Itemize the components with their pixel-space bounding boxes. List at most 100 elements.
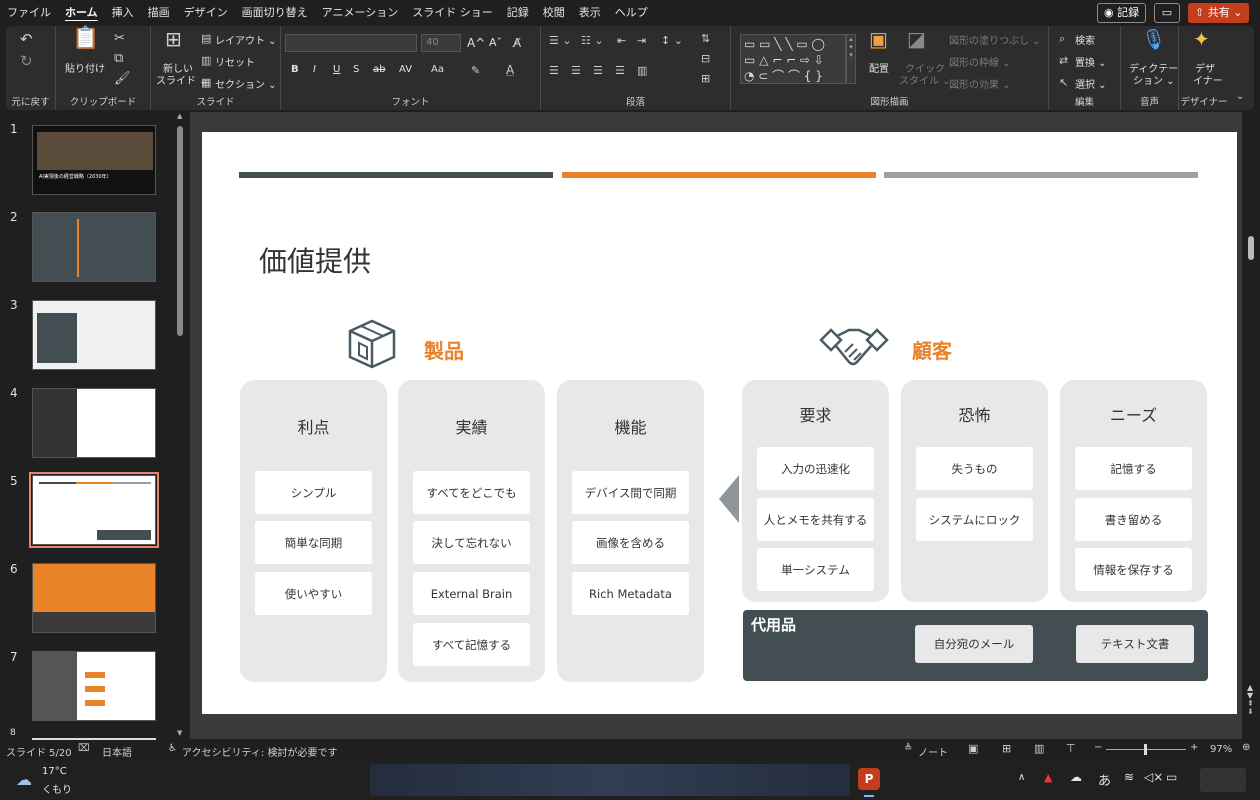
redo-icon[interactable]: ↻: [20, 54, 33, 69]
card[interactable]: 自分宛のメール: [915, 625, 1033, 663]
shapes-gallery-scroll[interactable]: ▴ ▾ ▾: [846, 34, 856, 84]
strike-button[interactable]: ab: [373, 64, 385, 75]
reset-button[interactable]: リセット: [215, 54, 255, 69]
slide-sorter-icon[interactable]: ⊞: [1002, 742, 1011, 755]
align-text-icon[interactable]: ⊟: [701, 52, 710, 66]
customers-heading[interactable]: 顧客: [912, 335, 952, 364]
slide-thumbnail-5[interactable]: [29, 472, 159, 548]
card[interactable]: 簡単な同期: [255, 521, 372, 564]
menu-record[interactable]: 記録: [500, 0, 536, 26]
menu-file[interactable]: ファイル: [0, 0, 58, 26]
char-spacing-button[interactable]: AV: [399, 64, 412, 75]
menu-home[interactable]: ホーム: [58, 0, 105, 26]
clock-blurred[interactable]: [1200, 768, 1246, 792]
smartart-icon[interactable]: ⊞: [701, 72, 710, 86]
product-column-benefits[interactable]: 利点 シンプル 簡単な同期 使いやすい: [240, 380, 387, 682]
menu-insert[interactable]: 挿入: [105, 0, 141, 26]
italic-button[interactable]: I: [313, 64, 316, 75]
battery-icon[interactable]: ▭: [1166, 770, 1177, 784]
menu-help[interactable]: ヘルプ: [608, 0, 655, 26]
select-button[interactable]: 選択 ⌄: [1075, 76, 1107, 91]
substitutes-panel[interactable]: 代用品 自分宛のメール テキスト文書: [743, 610, 1208, 681]
powerpoint-icon[interactable]: P: [858, 768, 880, 790]
card[interactable]: 入力の迅速化: [757, 447, 874, 490]
fit-to-window-icon[interactable]: ⊕: [1242, 742, 1250, 753]
card[interactable]: 書き留める: [1075, 498, 1192, 541]
copy-icon[interactable]: ⧉: [114, 52, 123, 66]
volume-icon[interactable]: ◁×: [1144, 770, 1163, 784]
dictate-dropdown[interactable]: ション ⌄: [1133, 72, 1175, 87]
justify-icon[interactable]: ☰: [615, 64, 625, 78]
microphone-icon[interactable]: 🎙: [1141, 29, 1166, 49]
slideshow-icon[interactable]: ⊤: [1066, 742, 1076, 755]
font-color-icon[interactable]: A: [506, 63, 514, 77]
customer-column-needs[interactable]: ニーズ 記憶する 書き留める 情報を保存する: [1060, 380, 1207, 602]
ime-indicator[interactable]: あ: [1098, 770, 1111, 789]
slide-canvas[interactable]: 価値提供 製品 顧客 利点 シンプル 簡単な同期 使いやすい 実績 すべてをどこ…: [202, 132, 1237, 714]
products-heading[interactable]: 製品: [424, 335, 464, 364]
menu-review[interactable]: 校閲: [536, 0, 572, 26]
bold-button[interactable]: B: [291, 64, 299, 75]
section-button[interactable]: セクション ⌄: [215, 76, 277, 91]
replace-button[interactable]: 置換 ⌄: [1075, 54, 1107, 69]
editor-scroll-thumb[interactable]: [1248, 236, 1254, 260]
align-right-icon[interactable]: ☰: [593, 64, 603, 78]
card[interactable]: External Brain: [413, 572, 530, 615]
quick-style-dropdown[interactable]: スタイル ⌄: [899, 72, 951, 87]
thumbnail-scrollbar[interactable]: ▲ ▼: [176, 112, 184, 739]
normal-view-icon[interactable]: ▣: [968, 742, 978, 755]
shadow-button[interactable]: S: [353, 64, 359, 75]
slide-thumbnail-2[interactable]: [32, 212, 156, 282]
zoom-in-icon[interactable]: +: [1190, 742, 1198, 753]
shape-outline-button[interactable]: 図形の枠線 ⌄: [949, 54, 1011, 69]
record-button[interactable]: ◉ 記録: [1097, 3, 1147, 23]
card[interactable]: すべてをどこでも: [413, 471, 530, 514]
notes-button[interactable]: ノート: [918, 744, 948, 759]
share-button[interactable]: ⇧ 共有 ⌄: [1188, 3, 1250, 23]
reading-view-icon[interactable]: ▥: [1034, 742, 1044, 755]
clear-format-icon[interactable]: A̸: [513, 36, 521, 50]
card[interactable]: 使いやすい: [255, 572, 372, 615]
slide-thumbnail-7[interactable]: [32, 651, 156, 721]
slide-thumbnail-6[interactable]: [32, 563, 156, 633]
scroll-up-icon[interactable]: ▲: [177, 112, 182, 120]
accessibility-status[interactable]: アクセシビリティ: 検討が必要です: [182, 744, 337, 759]
card[interactable]: 情報を保存する: [1075, 548, 1192, 591]
prev-next-slide-buttons[interactable]: ▲ ▼ ⇞ ⇟: [1247, 684, 1254, 716]
font-grow-button[interactable]: A^: [467, 36, 485, 50]
customer-column-fears[interactable]: 恐怖 失うもの システムにロック: [901, 380, 1048, 602]
product-column-features[interactable]: 機能 デバイス間で同期 画像を含める Rich Metadata: [557, 380, 704, 682]
card[interactable]: 決して忘れない: [413, 521, 530, 564]
menu-transitions[interactable]: 画面切り替え: [235, 0, 315, 26]
menu-design[interactable]: デザイン: [177, 0, 235, 26]
designer-button-line2[interactable]: イナー: [1193, 72, 1223, 87]
indent-decrease-icon[interactable]: ⇤: [617, 34, 626, 48]
font-size-input[interactable]: 40: [421, 34, 461, 52]
collapse-ribbon-icon[interactable]: ⌄: [1236, 90, 1244, 104]
card[interactable]: 失うもの: [916, 447, 1033, 490]
line-spacing-icon[interactable]: ↕ ⌄: [661, 34, 683, 48]
font-shrink-button[interactable]: Aˇ: [489, 36, 502, 49]
zoom-out-icon[interactable]: −: [1094, 742, 1102, 753]
wifi-icon[interactable]: ≋: [1124, 770, 1134, 784]
indent-increase-icon[interactable]: ⇥: [637, 34, 646, 48]
zoom-slider-thumb[interactable]: [1144, 744, 1147, 755]
card[interactable]: 単一システム: [757, 548, 874, 591]
paste-button[interactable]: 貼り付け: [65, 60, 105, 75]
customer-column-demands[interactable]: 要求 入力の迅速化 人とメモを共有する 単一システム: [742, 380, 889, 602]
designer-icon[interactable]: ✦: [1193, 29, 1210, 49]
paste-icon[interactable]: 📋: [72, 28, 99, 50]
slide-title[interactable]: 価値提供: [259, 240, 371, 280]
arrange-button[interactable]: 配置: [869, 60, 889, 75]
taskbar-apps-blurred[interactable]: [370, 764, 850, 796]
card[interactable]: シンプル: [255, 471, 372, 514]
slide-thumbnail-3[interactable]: [32, 300, 156, 370]
weather-temp[interactable]: 17°C: [42, 766, 67, 777]
shape-effect-button[interactable]: 図形の効果 ⌄: [949, 76, 1011, 91]
tray-app-icon[interactable]: ▲: [1044, 771, 1052, 784]
onedrive-icon[interactable]: ☁: [1070, 770, 1082, 784]
shapes-gallery[interactable]: ▭ ▭ ╲ ╲ ▭ ◯ ▭ △ ⌐ ⌐ ⇨ ⇩ ◔ ⊂ ⌒ ⌒ { }: [740, 34, 846, 84]
find-button[interactable]: 検索: [1075, 32, 1095, 47]
new-slide-icon[interactable]: ⊞: [165, 29, 182, 49]
product-column-results[interactable]: 実績 すべてをどこでも 決して忘れない External Brain すべて記憶…: [398, 380, 545, 682]
